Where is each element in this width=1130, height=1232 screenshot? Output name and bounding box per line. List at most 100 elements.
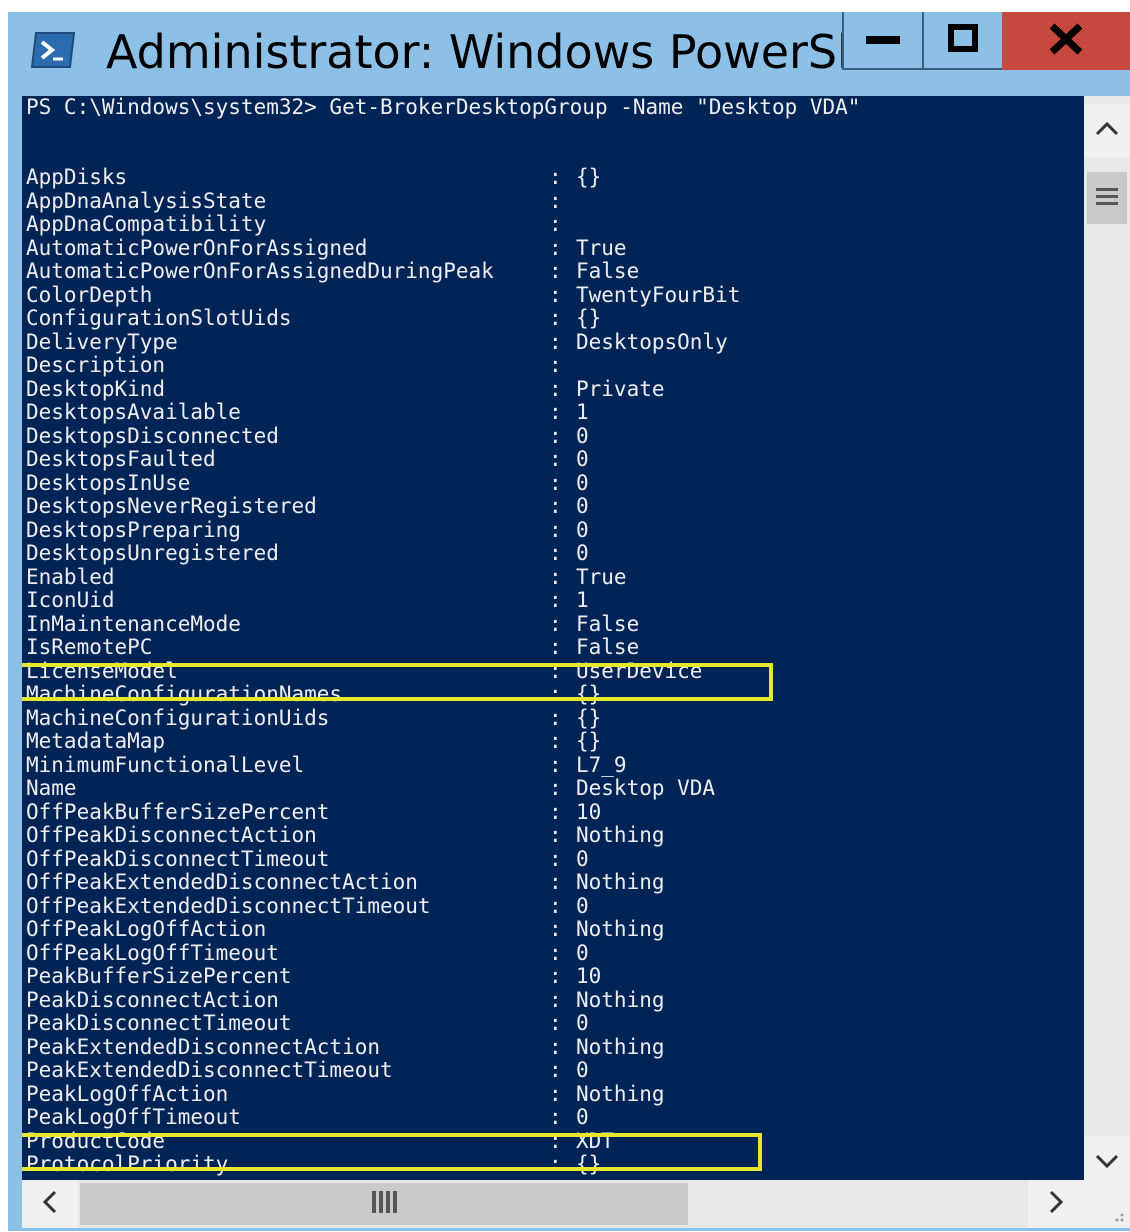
property-separator: : [549, 1011, 562, 1035]
property-separator: : [549, 564, 562, 589]
property-value: False [576, 635, 640, 659]
vertical-scroll-thumb[interactable] [1087, 172, 1127, 224]
property-separator: : [549, 235, 562, 260]
property-value: 1 [576, 400, 589, 424]
property-separator: : [549, 964, 562, 988]
horizontal-scroll-thumb[interactable] [80, 1183, 688, 1225]
property-value: {} [576, 729, 602, 753]
property-value: 0 [576, 1011, 589, 1035]
property-name: PeakLogOffTimeout [26, 1105, 241, 1129]
property-separator: : [549, 846, 562, 871]
property-name: DesktopsAvailable [26, 400, 241, 424]
property-value: True [576, 235, 627, 260]
property-value: 0 [576, 541, 589, 565]
property-name: AppDnaAnalysisState [26, 188, 267, 213]
vertical-scrollbar[interactable] [1084, 96, 1130, 1192]
scroll-up-button[interactable] [1084, 104, 1130, 158]
property-name: DesktopsInUse [26, 470, 191, 495]
property-name: AutomaticPowerOnForAssigned [26, 235, 368, 260]
property-name: Enabled [26, 564, 115, 589]
horizontal-scrollbar[interactable] [22, 1180, 1084, 1228]
property-value: {} [576, 705, 602, 730]
property-separator: : [549, 729, 562, 753]
close-icon [1048, 23, 1084, 59]
property-name: OffPeakLogOffTimeout [26, 940, 279, 965]
property-separator: : [549, 400, 562, 424]
property-separator: : [549, 870, 562, 894]
property-separator: : [549, 212, 562, 236]
property-separator: : [549, 494, 562, 518]
property-separator: : [549, 1081, 562, 1106]
chevron-left-icon [42, 1190, 58, 1218]
property-separator: : [549, 987, 562, 1012]
property-name: DesktopsNeverRegistered [26, 494, 317, 518]
property-name: PeakDisconnectAction [26, 987, 279, 1012]
property-value: 0 [576, 470, 589, 495]
property-separator: : [549, 1105, 562, 1129]
property-separator: : [549, 353, 562, 377]
property-value: 0 [576, 1058, 589, 1082]
property-value: 0 [576, 893, 589, 918]
property-value: Nothing [576, 1034, 665, 1059]
resize-grip[interactable] [1084, 1180, 1130, 1228]
property-value: False [576, 259, 640, 283]
property-value: L7_9 [576, 752, 627, 777]
property-value: False [576, 611, 640, 636]
property-separator: : [549, 752, 562, 777]
property-value: {} [576, 165, 602, 189]
property-value: 0 [576, 517, 589, 542]
console-output[interactable]: PS C:\Windows\system32> Get-BrokerDeskto… [22, 96, 1084, 1192]
property-separator: : [549, 940, 562, 965]
property-name: PeakBufferSizePercent [26, 964, 292, 988]
property-separator: : [549, 799, 562, 824]
resize-grip-icon [1084, 1213, 1130, 1232]
grip-icon [1096, 186, 1118, 210]
scroll-right-button[interactable] [1028, 1180, 1084, 1228]
property-name: DeliveryType [26, 329, 178, 354]
property-separator: : [549, 611, 562, 636]
property-separator: : [549, 282, 562, 307]
grip-icon [370, 1191, 398, 1217]
property-separator: : [549, 329, 562, 354]
chevron-down-icon [1095, 1153, 1119, 1173]
property-separator: : [549, 188, 562, 213]
property-value: Nothing [576, 1081, 665, 1106]
property-value: 0 [576, 494, 589, 518]
property-value: Nothing [576, 917, 665, 941]
scroll-left-button[interactable] [22, 1180, 78, 1228]
property-name: AppDnaCompatibility [26, 212, 267, 236]
property-separator: : [549, 705, 562, 730]
property-name: PeakExtendedDisconnectAction [26, 1034, 381, 1059]
property-separator: : [549, 470, 562, 495]
window-title: Administrator: Windows PowerShell [106, 25, 921, 79]
property-separator: : [549, 447, 562, 471]
property-value: 0 [576, 1105, 589, 1129]
property-value: Nothing [576, 870, 665, 894]
command-line: PS C:\Windows\system32> Get-BrokerDeskto… [26, 96, 861, 119]
property-separator: : [549, 823, 562, 847]
property-separator: : [549, 635, 562, 659]
property-name: IsRemotePC [26, 635, 153, 659]
property-name: DesktopsUnregistered [26, 541, 279, 565]
property-value: 0 [576, 447, 589, 471]
property-name: MetadataMap [26, 729, 166, 753]
chevron-up-icon [1095, 121, 1119, 141]
property-name: Name [26, 776, 77, 800]
property-value: True [576, 564, 627, 589]
powershell-icon [30, 30, 76, 70]
property-separator: : [549, 541, 562, 565]
close-button[interactable] [1002, 12, 1130, 70]
property-value: Private [576, 376, 665, 401]
property-value: 10 [576, 799, 602, 824]
property-name: DesktopsFaulted [26, 447, 216, 471]
minimize-button[interactable] [842, 12, 924, 70]
property-separator: : [549, 423, 562, 448]
property-name: Description [26, 353, 166, 377]
property-name: ConfigurationSlotUids [26, 306, 292, 330]
property-value: {} [576, 306, 602, 330]
property-value: 1 [576, 588, 589, 612]
maximize-button[interactable] [922, 12, 1004, 70]
property-name: InMaintenanceMode [26, 611, 241, 636]
property-name: OffPeakDisconnectTimeout [26, 846, 330, 871]
title-bar[interactable]: Administrator: Windows PowerShell [8, 12, 1130, 96]
